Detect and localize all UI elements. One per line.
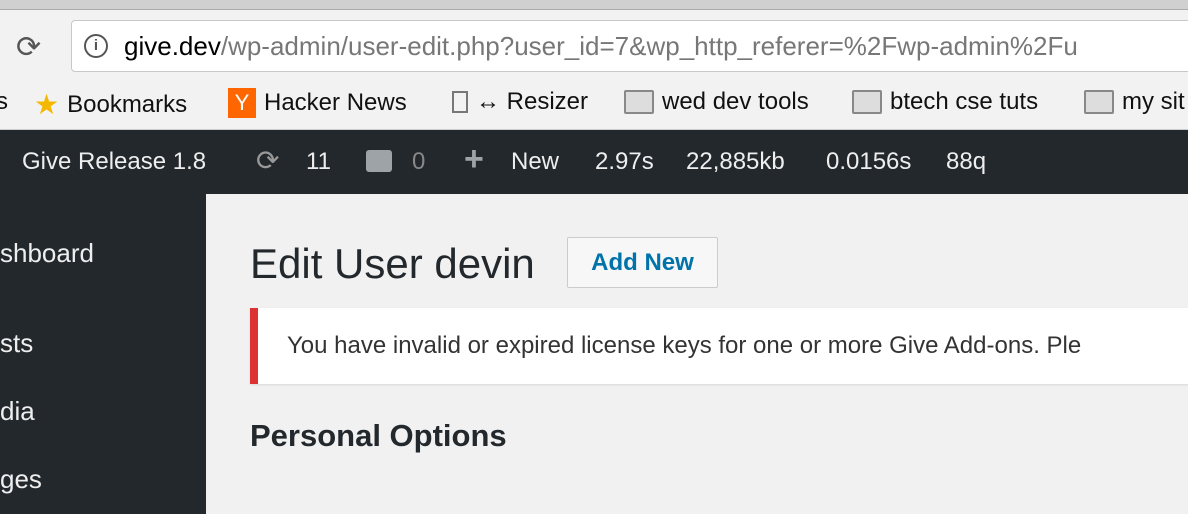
site-name-link[interactable]: Give Release 1.8 <box>22 148 206 176</box>
tab-strip <box>0 0 1188 10</box>
bookmark-bookmarks[interactable]: ★ Bookmarks <box>34 88 187 121</box>
updates-icon[interactable]: ⟳ <box>256 144 279 177</box>
bookmark-my-sit[interactable]: my sit <box>1084 88 1185 116</box>
stat-queries[interactable]: 88q <box>946 148 986 176</box>
comments-count[interactable]: 0 <box>412 148 425 176</box>
bookmark-label: Hacker News <box>264 89 407 116</box>
sidebar-item-posts[interactable]: sts <box>0 328 33 359</box>
url-path: /wp-admin/user-edit.php?user_id=7&wp_htt… <box>220 31 1078 61</box>
sidebar-item-dashboard[interactable]: shboard <box>0 238 94 269</box>
sidebar-item-media[interactable]: dia <box>0 396 35 427</box>
comments-icon[interactable] <box>366 150 392 172</box>
bookmarks-bar: s ★ Bookmarks Y Hacker News ↔ Resizer wed … <box>0 82 1188 130</box>
y-logo-icon: Y <box>228 88 256 118</box>
folder-icon <box>1084 90 1114 114</box>
reload-icon[interactable]: ⟳ <box>16 30 41 65</box>
section-heading: Personal Options <box>250 418 507 453</box>
info-icon[interactable]: i <box>84 34 108 58</box>
bookmark-label: ↔ Resizer <box>476 88 589 115</box>
bookmark-resizer[interactable]: ↔ Resizer <box>452 88 588 116</box>
bookmark-btech-cse-tuts[interactable]: btech cse tuts <box>852 88 1038 116</box>
star-icon: ★ <box>34 89 60 120</box>
bookmark-label: Bookmarks <box>67 90 188 118</box>
license-notice: You have invalid or expired license keys… <box>250 308 1188 384</box>
bookmark-label: btech cse tuts <box>890 88 1039 115</box>
stat-memory[interactable]: 22,885kb <box>686 148 785 176</box>
address-bar[interactable]: i give.dev/wp-admin/user-edit.php?user_i… <box>71 20 1188 72</box>
add-new-button[interactable]: Add New <box>567 237 718 288</box>
folder-icon <box>624 90 654 114</box>
page-title: Edit User devin <box>250 240 535 287</box>
bookmark-label: wed dev tools <box>662 88 809 115</box>
sidebar-item-pages[interactable]: ges <box>0 464 42 495</box>
bookmark-label: s <box>0 88 8 115</box>
browser-toolbar: ⟳ i give.dev/wp-admin/user-edit.php?user… <box>0 10 1188 82</box>
bookmark-wed-dev-tools[interactable]: wed dev tools <box>624 88 809 116</box>
bookmark-label: my sit <box>1122 88 1185 115</box>
bookmark-hacker-news[interactable]: Y Hacker News <box>228 88 407 118</box>
stat-query-time[interactable]: 0.0156s <box>826 148 911 176</box>
bookmark-partial[interactable]: s <box>0 88 8 116</box>
url-host: give.dev <box>124 31 221 61</box>
stat-time[interactable]: 2.97s <box>595 148 654 176</box>
folder-icon <box>852 90 882 114</box>
main-content: Edit User devin Add New You have invalid… <box>206 194 1188 514</box>
wp-admin-bar: Give Release 1.8 ⟳ 11 0 + New 2.97s 22,8… <box>0 130 1188 194</box>
updates-count[interactable]: 11 <box>306 148 331 176</box>
page-icon <box>452 91 468 113</box>
admin-sidebar: shboard sts dia ges <box>0 194 206 514</box>
new-link[interactable]: New <box>511 148 559 176</box>
plus-icon[interactable]: + <box>464 140 484 179</box>
